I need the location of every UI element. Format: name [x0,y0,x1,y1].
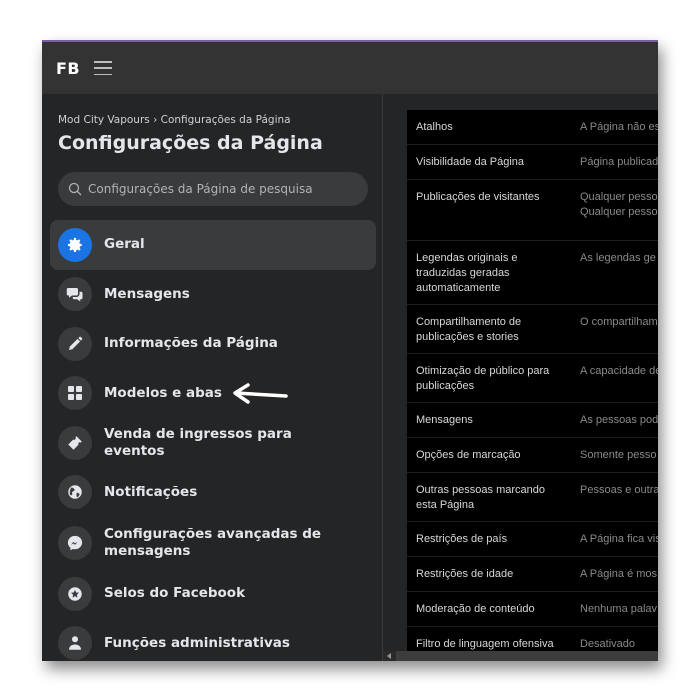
sidebar-item-informacoes-da-pagina[interactable]: Informações da Página [50,319,376,369]
setting-value: Página publicad [580,156,658,168]
chat-bubbles-icon [58,277,92,312]
setting-label: Outras pessoas marcando esta Página [416,484,546,511]
nav-label: Funções administrativas [104,634,290,651]
pencil-icon [58,326,92,361]
search-icon [68,182,82,196]
sidebar-item-configuracoes-avancadas-de-mensagens[interactable]: Configurações avançadas de mensagens [50,517,376,569]
setting-label: Publicações de visitantes [416,191,540,203]
sidebar-item-funcoes-administrativas[interactable]: Funções administrativas [50,619,376,662]
nav-label: Selos do Facebook [104,585,246,602]
setting-value: Pessoas e outra [580,484,658,496]
sidebar-item-selos-do-facebook[interactable]: Selos do Facebook [50,569,376,619]
search-field[interactable] [58,172,368,206]
nav-label: Mensagens [104,285,190,302]
sidebar-item-modelos-e-abas[interactable]: Modelos e abas [50,369,376,419]
setting-value: Nenhuma palav [580,603,658,615]
table-row[interactable]: Opções de marcação Somente pesso [407,438,658,473]
setting-label: Restrições de país [416,533,508,545]
table-row[interactable]: Restrições de país A Página fica vis [407,522,658,557]
setting-value: A Página não es [580,121,658,133]
scroll-left-button[interactable] [383,651,396,661]
person-icon [58,626,92,661]
breadcrumb[interactable]: Mod City Vapours › Configurações da Pági… [58,114,291,126]
setting-label: Atalhos [416,121,453,133]
ticket-icon [58,425,92,460]
setting-label: Restrições de idade [416,568,514,580]
nav-label: Modelos e abas [104,384,222,401]
table-row[interactable]: Compartilhamento de publicações e storie… [407,305,658,354]
table-row[interactable]: Moderação de conteúdo Nenhuma palav [407,592,658,627]
setting-label: Visibilidade da Página [416,156,525,168]
setting-label: Compartilhamento de publicações e storie… [416,316,522,343]
table-row[interactable]: Visibilidade da Página Página publicad [407,145,658,180]
setting-value: As legendas ge [580,252,656,264]
chevron-left-icon [387,653,391,659]
table-row[interactable]: Atalhos A Página não es [407,110,658,145]
settings-content: Atalhos A Página não es Visibilidade da … [383,94,658,661]
table-row[interactable]: Legendas originais e traduzidas geradas … [407,241,658,305]
horizontal-scrollbar[interactable] [383,651,658,661]
nav-label: Venda de ingressos para eventos [104,425,292,459]
setting-value: As pessoas pod [580,414,658,426]
top-bar: FB [42,42,658,94]
grid-icon [58,376,92,411]
app-window: FB Mod City Vapours › Configurações da P… [42,40,658,661]
setting-label: Moderação de conteúdo [416,603,535,615]
sidebar-item-geral[interactable]: Geral [50,220,376,270]
table-row[interactable]: Mensagens As pessoas pod [407,403,658,438]
sidebar-item-mensagens[interactable]: Mensagens [50,270,376,320]
app-logo: FB [56,58,81,78]
setting-value: Qualquer pesso Qualquer pesso [580,191,658,218]
setting-label: Opções de marcação [416,449,521,461]
menu-icon[interactable] [94,61,113,75]
table-row[interactable]: Outras pessoas marcando esta Página Pess… [407,473,658,522]
setting-value: A capacidade de [580,365,658,377]
setting-value: O compartilham [580,316,658,328]
sidebar-item-notificacoes[interactable]: Notificações [50,468,376,518]
sidebar-item-venda-de-ingressos[interactable]: Venda de ingressos para eventos [50,418,376,468]
settings-nav: Geral Mensagens Informações da Página Mo… [50,220,376,661]
page-title: Configurações da Página [58,132,323,154]
settings-table: Atalhos A Página não es Visibilidade da … [407,110,658,661]
globe-icon [58,475,92,510]
messenger-icon [58,526,92,560]
nav-label: Notificações [104,483,198,500]
setting-value: A Página fica vis [580,533,658,545]
setting-label: Mensagens [416,414,473,426]
arrow-annotation-icon [233,382,288,404]
search-input[interactable] [86,181,360,197]
star-badge-icon [58,576,92,611]
setting-value: Somente pesso [580,449,657,461]
setting-value: A Página é mos [580,568,658,580]
setting-label: Otimização de público para publicações [416,365,550,392]
table-row[interactable]: Otimização de público para publicações A… [407,354,658,403]
nav-label: Configurações avançadas de mensagens [104,526,322,559]
table-row[interactable]: Publicações de visitantes Qualquer pesso… [407,180,658,241]
nav-label: Geral [104,236,145,253]
nav-label: Informações da Página [104,335,278,352]
sidebar: Mod City Vapours › Configurações da Pági… [42,94,383,661]
gear-icon [58,227,92,262]
setting-label: Legendas originais e traduzidas geradas … [416,252,518,294]
table-row[interactable]: Restrições de idade A Página é mos [407,557,658,592]
